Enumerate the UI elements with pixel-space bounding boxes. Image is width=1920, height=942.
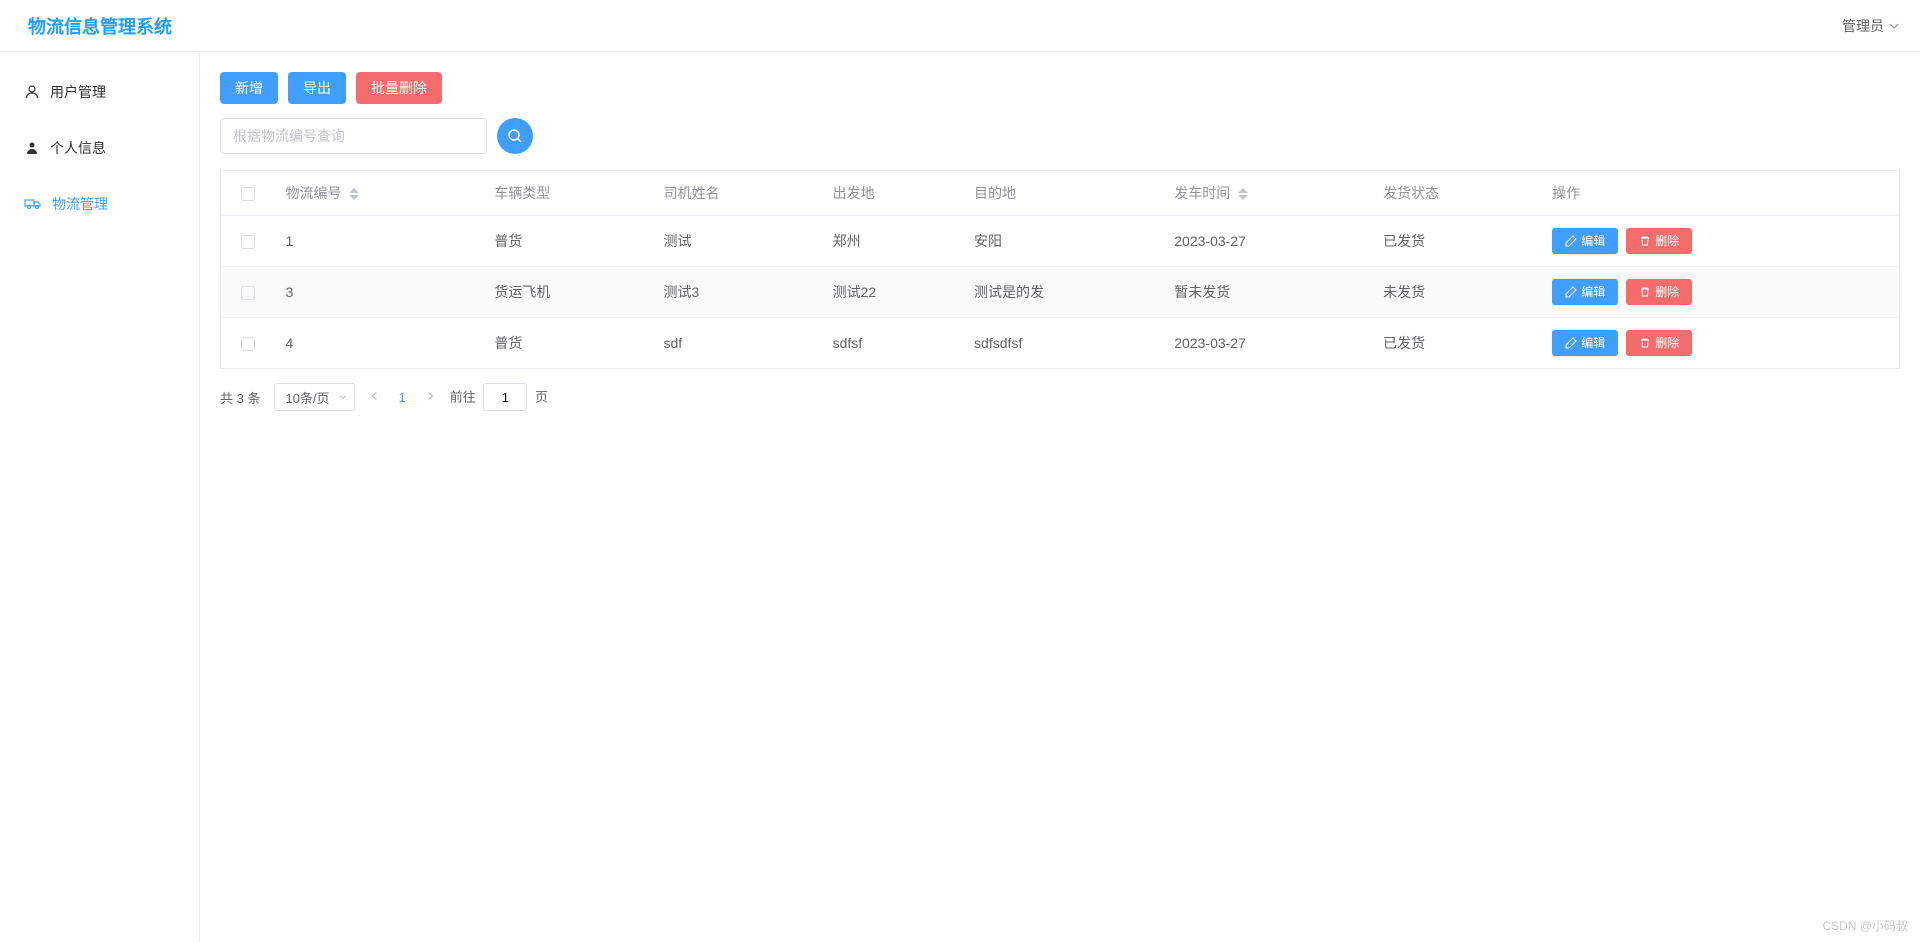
cell-vehicle-type: 货运飞机	[484, 267, 653, 318]
sidebar-item-user-management[interactable]: 用户管理	[0, 64, 199, 120]
column-header-destination: 目的地	[964, 171, 1164, 216]
cell-driver-name: sdf	[653, 318, 822, 369]
jump-to-page: 前往 页	[450, 383, 548, 411]
row-checkbox[interactable]	[241, 235, 255, 249]
chevron-right-icon	[424, 390, 436, 402]
page-size-select[interactable]: 10条/页	[274, 383, 354, 411]
edit-icon	[1565, 337, 1577, 349]
next-page-button[interactable]	[424, 390, 436, 405]
select-all-checkbox[interactable]	[241, 187, 255, 201]
cell-ship-status: 未发货	[1373, 267, 1542, 318]
cell-destination: 安阳	[964, 216, 1164, 267]
toolbar: 新增 导出 批量删除	[220, 72, 1900, 104]
sidebar-item-label: 用户管理	[50, 82, 106, 102]
data-table: 物流编号 车辆类型 司机姓名 出发地 目的地 发车时间 发货状态 操作 1普货测…	[220, 170, 1900, 369]
total-count: 共 3 条	[220, 388, 260, 407]
sidebar-item-label: 个人信息	[50, 138, 106, 158]
row-checkbox[interactable]	[241, 286, 255, 300]
cell-origin: 郑州	[823, 216, 964, 267]
cell-origin: 测试22	[823, 267, 964, 318]
main-content: 新增 导出 批量删除 物流编号 车辆类型 司机姓名	[200, 52, 1920, 942]
cell-driver-name: 测试	[653, 216, 822, 267]
cell-logistics-no: 1	[276, 216, 485, 267]
user-label: 管理员	[1842, 16, 1884, 36]
table-row: 4普货sdfsdfsfsdfsdfsf2023-03-27已发货编辑删除	[221, 318, 1900, 369]
column-header-logistics-no[interactable]: 物流编号	[276, 171, 485, 216]
sort-icon	[1238, 188, 1248, 200]
page-number[interactable]: 1	[399, 390, 406, 405]
search-icon	[507, 128, 523, 144]
chevron-down-icon	[338, 392, 348, 402]
cell-ship-status: 已发货	[1373, 216, 1542, 267]
column-header-driver-name: 司机姓名	[653, 171, 822, 216]
cell-ship-status: 已发货	[1373, 318, 1542, 369]
trash-icon	[1639, 235, 1651, 247]
edit-icon	[1565, 235, 1577, 247]
edit-button[interactable]: 编辑	[1552, 228, 1618, 254]
search-button[interactable]	[497, 118, 533, 154]
column-header-actions: 操作	[1542, 171, 1899, 216]
sidebar-item-label: 物流管理	[52, 194, 108, 214]
chevron-left-icon	[369, 390, 381, 402]
cell-logistics-no: 3	[276, 267, 485, 318]
prev-page-button[interactable]	[369, 390, 381, 405]
cell-destination: 测试是的发	[964, 267, 1164, 318]
cell-logistics-no: 4	[276, 318, 485, 369]
row-checkbox[interactable]	[241, 337, 255, 351]
delete-button[interactable]: 删除	[1626, 228, 1692, 254]
export-button[interactable]: 导出	[288, 72, 346, 104]
edit-icon	[1565, 286, 1577, 298]
column-header-ship-status: 发货状态	[1373, 171, 1542, 216]
column-header-origin: 出发地	[823, 171, 964, 216]
table-row: 1普货测试郑州安阳2023-03-27已发货编辑删除	[221, 216, 1900, 267]
cell-depart-time: 2023-03-27	[1164, 216, 1373, 267]
header: 物流信息管理系统 管理员	[0, 0, 1920, 52]
trash-icon	[1639, 286, 1651, 298]
watermark: CSDN @小码叔	[1822, 917, 1908, 934]
cell-vehicle-type: 普货	[484, 318, 653, 369]
jump-page-input[interactable]	[483, 383, 527, 411]
delete-button[interactable]: 删除	[1626, 279, 1692, 305]
sort-icon	[349, 188, 359, 200]
search-row	[220, 118, 1900, 154]
app-title: 物流信息管理系统	[28, 13, 172, 39]
person-icon	[24, 140, 40, 156]
cell-destination: sdfsdfsf	[964, 318, 1164, 369]
sidebar-item-logistics[interactable]: 物流管理	[0, 176, 199, 232]
edit-button[interactable]: 编辑	[1552, 279, 1618, 305]
cell-vehicle-type: 普货	[484, 216, 653, 267]
cell-origin: sdfsf	[823, 318, 964, 369]
column-header-depart-time[interactable]: 发车时间	[1164, 171, 1373, 216]
edit-button[interactable]: 编辑	[1552, 330, 1618, 356]
chevron-down-icon	[1888, 20, 1900, 32]
sidebar-item-profile[interactable]: 个人信息	[0, 120, 199, 176]
truck-icon	[24, 196, 42, 212]
cell-driver-name: 测试3	[653, 267, 822, 318]
batch-delete-button[interactable]: 批量删除	[356, 72, 442, 104]
table-row: 3货运飞机测试3测试22测试是的发暂未发货未发货编辑删除	[221, 267, 1900, 318]
cell-depart-time: 2023-03-27	[1164, 318, 1373, 369]
sidebar: 用户管理 个人信息 物流管理	[0, 52, 200, 942]
user-menu[interactable]: 管理员	[1842, 16, 1900, 36]
add-button[interactable]: 新增	[220, 72, 278, 104]
column-header-vehicle-type: 车辆类型	[484, 171, 653, 216]
delete-button[interactable]: 删除	[1626, 330, 1692, 356]
cell-depart-time: 暂未发货	[1164, 267, 1373, 318]
user-icon	[24, 84, 40, 100]
trash-icon	[1639, 337, 1651, 349]
search-input[interactable]	[220, 118, 487, 154]
pagination: 共 3 条 10条/页 1 前往 页	[220, 383, 1900, 411]
